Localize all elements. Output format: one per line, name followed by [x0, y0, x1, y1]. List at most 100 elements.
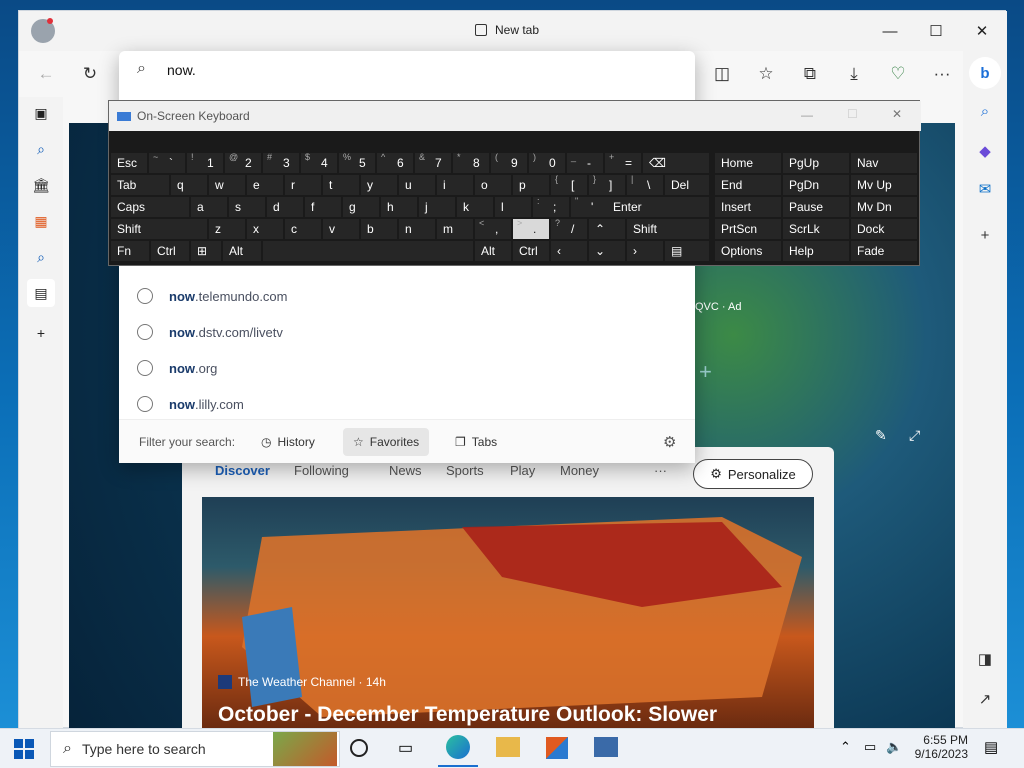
key-g[interactable]: g: [343, 197, 379, 217]
key-mv-up[interactable]: Mv Up: [851, 175, 917, 195]
key-quote[interactable]: " ': [571, 196, 607, 217]
suggestion-item[interactable]: now.dstv.com/livetv: [119, 315, 695, 351]
osk-close-button[interactable]: ✕: [892, 107, 902, 121]
key-menu[interactable]: ▤: [665, 241, 709, 261]
feed-tab-following[interactable]: Following: [294, 463, 349, 478]
microsoft-store-icon[interactable]: ▦: [27, 207, 55, 235]
key-bracket-right[interactable]: }]: [589, 174, 625, 195]
hide-sidebar-icon[interactable]: ◨: [971, 645, 999, 673]
add-sidebar-app-icon[interactable]: +: [971, 221, 999, 249]
key-backspace[interactable]: ⌫: [643, 153, 709, 173]
key-backslash[interactable]: | \: [627, 174, 663, 195]
key-dock[interactable]: Dock: [851, 219, 917, 239]
key-1[interactable]: ! 1: [187, 152, 223, 173]
refresh-icon[interactable]: ↻: [75, 59, 105, 89]
split-screen-icon[interactable]: ◫: [707, 59, 737, 89]
key-shift-left[interactable]: Shift: [111, 219, 207, 239]
key-w[interactable]: w: [209, 175, 245, 195]
edge-taskbar-icon[interactable]: [446, 735, 470, 759]
filter-tabs-button[interactable]: ❐ Tabs: [445, 428, 507, 456]
filter-favorites-button[interactable]: ☆ Favorites: [343, 428, 430, 456]
key-end[interactable]: End: [715, 175, 781, 195]
key-5[interactable]: % 5: [339, 152, 375, 173]
key-pgdn[interactable]: PgDn: [783, 175, 849, 195]
maximize-button[interactable]: ☐: [913, 17, 959, 45]
key-pause[interactable]: Pause: [783, 197, 849, 217]
osk-taskbar-icon[interactable]: [594, 737, 618, 757]
key-4[interactable]: $4: [301, 152, 337, 173]
address-bar[interactable]: ⌕: [119, 51, 695, 89]
feed-more-button[interactable]: ···: [654, 463, 667, 478]
key-caps[interactable]: Caps: [111, 197, 189, 217]
key-q[interactable]: q: [171, 175, 207, 195]
key-bracket-left[interactable]: {[: [551, 174, 587, 195]
personalize-button[interactable]: ⚙ Personalize: [693, 459, 813, 489]
feed-tab-sports[interactable]: Sports: [446, 463, 484, 478]
store-icon[interactable]: [546, 737, 568, 759]
key-fade[interactable]: Fade: [851, 241, 917, 261]
key-up[interactable]: ⌃: [589, 219, 625, 239]
key-b[interactable]: b: [361, 219, 397, 239]
feed-tab-discover[interactable]: Discover: [215, 463, 270, 478]
key-n[interactable]: n: [399, 219, 435, 239]
key-o[interactable]: o: [475, 175, 511, 195]
key-2[interactable]: @2: [225, 152, 261, 173]
feed-tab-money[interactable]: Money: [560, 463, 599, 478]
key-insert[interactable]: Insert: [715, 197, 781, 217]
key-8[interactable]: * 8: [453, 152, 489, 173]
copilot-icon[interactable]: ◆: [971, 137, 999, 165]
museum-icon[interactable]: 🏛: [27, 171, 55, 199]
key-z[interactable]: z: [209, 219, 245, 239]
outlook-icon[interactable]: ✉: [971, 175, 999, 203]
key-p[interactable]: p: [513, 175, 549, 195]
expand-icon[interactable]: ⤢: [909, 427, 920, 444]
key-6[interactable]: ^ 6: [377, 152, 413, 173]
key-shift-right[interactable]: Shift: [627, 219, 709, 239]
notification-icon[interactable]: ▤: [984, 738, 998, 756]
feed-tab-news[interactable]: News: [389, 463, 422, 478]
bing-copilot-icon[interactable]: b: [969, 57, 1001, 89]
start-button[interactable]: [14, 739, 34, 759]
key-enter[interactable]: Enter: [607, 197, 709, 217]
settings-gear-icon[interactable]: ⚙: [663, 433, 676, 451]
favorites-star-icon[interactable]: ☆: [751, 59, 781, 89]
suggestion-item[interactable]: now.telemundo.com: [119, 279, 695, 315]
key-space[interactable]: [263, 241, 473, 261]
key-r[interactable]: r: [285, 175, 321, 195]
key-mv-dn[interactable]: Mv Dn: [851, 197, 917, 217]
key-d[interactable]: d: [267, 197, 303, 217]
downloads-icon[interactable]: ⤓: [839, 59, 869, 89]
key-down[interactable]: ⌄: [589, 241, 625, 261]
key-comma[interactable]: <,: [475, 218, 511, 239]
filter-history-button[interactable]: ◷ History: [251, 428, 325, 456]
performance-icon[interactable]: ♡: [883, 59, 913, 89]
clock[interactable]: 6:55 PM 9/16/2023: [912, 733, 968, 761]
key-t[interactable]: t: [323, 175, 359, 195]
search-icon[interactable]: ⌕: [27, 135, 55, 163]
key-i[interactable]: i: [437, 175, 473, 195]
key-fn[interactable]: Fn: [111, 241, 149, 261]
key-3[interactable]: #3: [263, 152, 299, 173]
sidebar-search-icon[interactable]: ⌕: [971, 97, 999, 125]
task-view-icon[interactable]: ▭: [398, 738, 413, 758]
key-alt-right[interactable]: Alt: [475, 241, 511, 261]
address-input[interactable]: [167, 59, 667, 81]
key-windows[interactable]: ⊞: [191, 241, 221, 261]
key-a[interactable]: a: [191, 197, 227, 217]
collections-icon[interactable]: ⧉: [795, 59, 825, 89]
news-card[interactable]: The Weather Channel · 14h October - Dece…: [202, 497, 814, 729]
key-u[interactable]: u: [399, 175, 435, 195]
key-nav[interactable]: Nav: [851, 153, 917, 173]
minimize-button[interactable]: —: [867, 17, 913, 45]
key-l[interactable]: l: [495, 197, 531, 217]
card-headline[interactable]: October - December Temperature Outlook: …: [218, 703, 808, 727]
key-ctrl-right[interactable]: Ctrl: [513, 241, 549, 261]
add-shortcut-icon[interactable]: +: [699, 359, 712, 385]
key-scrlk[interactable]: ScrLk: [783, 219, 849, 239]
external-link-icon[interactable]: ↗: [971, 685, 999, 713]
key-7[interactable]: & 7: [415, 152, 451, 173]
key-j[interactable]: j: [419, 197, 455, 217]
key-period[interactable]: >.: [513, 218, 549, 239]
key-help[interactable]: Help: [783, 241, 849, 261]
more-menu-icon[interactable]: ···: [927, 59, 957, 89]
